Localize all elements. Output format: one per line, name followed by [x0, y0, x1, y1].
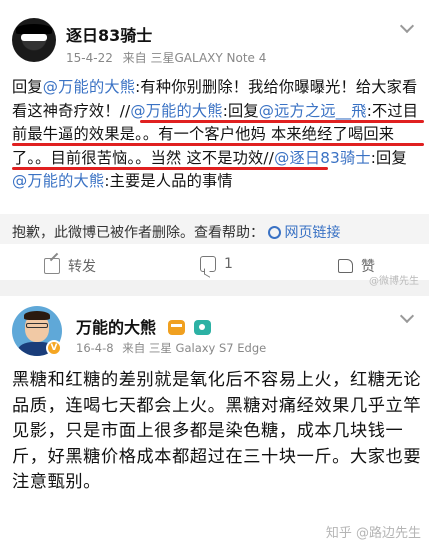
action-bar: 转发 1 赞 — [0, 250, 429, 280]
watermark: @微博先生 — [369, 276, 419, 287]
author-name[interactable]: 逐日83骑士 — [66, 22, 152, 46]
deleted-notice-text: 抱歉，此微博已被作者删除。查看帮助： — [12, 225, 264, 241]
deleted-notice: 抱歉，此微博已被作者删除。查看帮助： 网页链接 — [0, 214, 429, 244]
weibo-post-original: V 万能的大熊 16-4-8 来自 三星 Galaxy S7 Edge 黑糖和红… — [0, 296, 429, 545]
highlight-underline — [12, 143, 424, 146]
post-source: 来自 三星 Galaxy S7 Edge — [122, 341, 267, 355]
weibo-post-reply: 逐日83骑士 15-4-22 来自 三星GALAXY Note 4 回复@万能的… — [0, 0, 429, 287]
share-button[interactable]: 转发 — [44, 256, 96, 276]
author-name[interactable]: 万能的大熊 — [76, 318, 156, 337]
post-date: 16-4-8 — [76, 341, 114, 355]
post-source: 来自 三星GALAXY Note 4 — [122, 51, 267, 65]
mention-link[interactable]: @万能的大熊 — [43, 78, 135, 96]
highlight-underline — [140, 120, 424, 123]
text-segment: 回复 — [12, 78, 43, 96]
share-label: 转发 — [68, 259, 96, 275]
post-text: 黑糖和红糖的差别就是氧化后不容易上火，红糖无论品质，连喝七天都会上火。黑糖对痛经… — [12, 370, 422, 492]
comment-count: 1 — [224, 256, 233, 272]
text-segment: :回复 — [370, 148, 407, 167]
vip-crown-icon[interactable] — [167, 320, 185, 335]
member-badge-icon[interactable] — [194, 320, 212, 335]
thumbs-up-icon — [338, 259, 353, 273]
mention-link[interactable]: @万能的大熊 — [12, 172, 104, 190]
comment-icon — [200, 256, 216, 272]
text-segment: :回复 — [222, 101, 259, 120]
author-avatar[interactable] — [12, 18, 56, 62]
post-text: 回复@万能的大熊:有种你别删除！我给你曝曝光！给大家看看这神奇疗效！//@万能的… — [12, 76, 422, 194]
web-link[interactable]: 网页链接 — [284, 225, 340, 241]
chevron-down-icon[interactable] — [399, 20, 415, 36]
mention-link[interactable]: @远方之远__飛 — [259, 102, 367, 120]
verified-badge-icon: V — [46, 340, 62, 356]
watermark: 知乎 @路边先生 — [325, 526, 421, 541]
chevron-down-icon[interactable] — [399, 310, 415, 326]
post-meta: 16-4-8 来自 三星 Galaxy S7 Edge — [76, 340, 271, 356]
text-segment: :主要是人品的事情 — [104, 172, 233, 190]
author-name-row: 万能的大熊 — [76, 314, 212, 338]
share-icon — [44, 258, 60, 274]
post-date: 15-4-22 — [66, 51, 113, 65]
comment-button[interactable]: 1 — [200, 256, 233, 272]
mention-link[interactable]: @逐日83骑士 — [274, 149, 371, 167]
highlight-underline — [12, 167, 328, 170]
mention-link[interactable]: @万能的大熊 — [130, 102, 222, 120]
post-meta: 15-4-22 来自 三星GALAXY Note 4 — [66, 49, 272, 66]
link-icon — [268, 226, 282, 239]
